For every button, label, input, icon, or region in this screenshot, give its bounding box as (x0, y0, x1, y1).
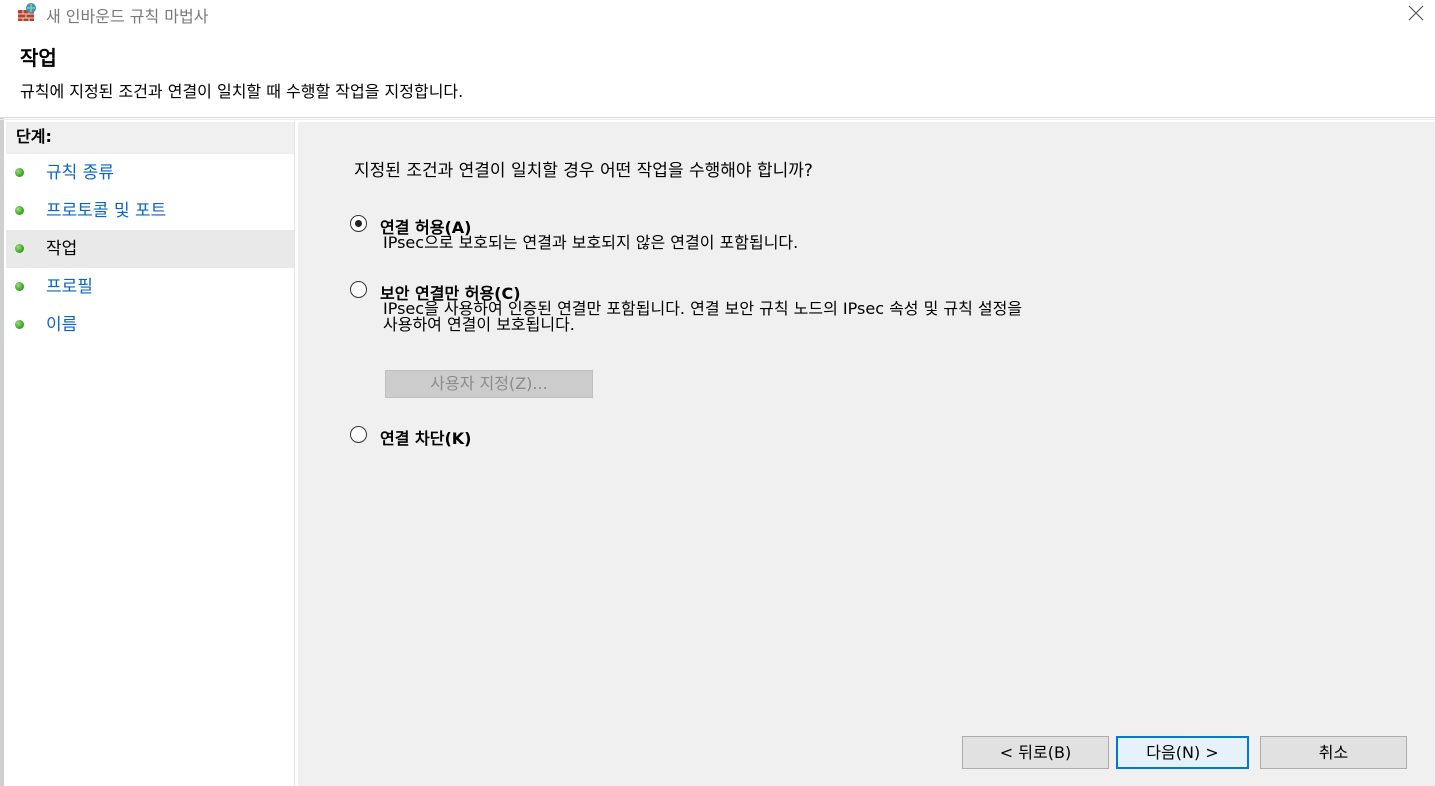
green-dot-icon (15, 320, 24, 329)
steps-heading: 단계: (6, 122, 294, 154)
step-label[interactable]: 프로필 (46, 277, 93, 297)
step-label[interactable]: 프로토콜 및 포트 (46, 201, 166, 221)
radio-allow[interactable] (350, 215, 367, 232)
description-line: 사용하여 연결이 보호됩니다. (383, 315, 575, 334)
customize-button: 사용자 지정(Z)... (385, 370, 593, 398)
option-allow-description: IPsec으로 보호되는 연결과 보호되지 않은 연결이 포함됩니다. (383, 235, 798, 251)
next-button[interactable]: 다음(N) > (1116, 736, 1249, 769)
step-profile[interactable]: 프로필 (6, 268, 294, 306)
option-allow-secure-description: IPsec을 사용하여 인증된 연결만 포함됩니다. 연결 보안 규칙 노드의 … (383, 301, 1022, 333)
page-subtitle: 규칙에 지정된 조건과 연결이 일치할 때 수행할 작업을 지정합니다. (20, 82, 464, 101)
green-dot-icon (15, 206, 24, 215)
window-title: 새 인바운드 규칙 마법사 (46, 7, 209, 26)
green-dot-icon (15, 168, 24, 177)
green-dot-icon (15, 282, 24, 291)
back-button[interactable]: < 뒤로(B) (962, 736, 1109, 769)
description-line: IPsec으로 보호되는 연결과 보호되지 않은 연결이 포함됩니다. (383, 233, 799, 252)
action-question: 지정된 조건과 연결이 일치할 경우 어떤 작업을 수행해야 합니까? (354, 161, 813, 181)
step-rule-type[interactable]: 규칙 종류 (6, 154, 294, 192)
close-icon[interactable] (1405, 2, 1427, 24)
header-divider-shadow (0, 119, 1435, 120)
step-name[interactable]: 이름 (6, 306, 294, 344)
action-panel: 지정된 조건과 연결이 일치할 경우 어떤 작업을 수행해야 합니까? 연결 허… (298, 122, 1435, 786)
step-protocol-port[interactable]: 프로토콜 및 포트 (6, 192, 294, 230)
radio-block[interactable] (350, 426, 367, 443)
radio-allow-secure[interactable] (350, 281, 367, 298)
option-block-label[interactable]: 연결 차단(K) (380, 425, 471, 449)
step-label[interactable]: 규칙 종류 (46, 163, 114, 183)
step-label[interactable]: 이름 (46, 315, 77, 335)
page-title: 작업 (20, 46, 57, 70)
cancel-button[interactable]: 취소 (1260, 736, 1407, 769)
step-action: 작업 (6, 230, 294, 268)
step-label: 작업 (46, 239, 78, 259)
green-dot-icon (15, 244, 24, 253)
steps-sidebar: 단계: 규칙 종류 프로토콜 및 포트 작업 프로필 이름 (6, 122, 295, 786)
title-bar: 새 인바운드 규칙 마법사 (0, 0, 1435, 26)
header-divider (0, 117, 1435, 118)
wizard-header: 작업 규칙에 지정된 조건과 연결이 일치할 때 수행할 작업을 지정합니다. (0, 26, 1435, 118)
firewall-icon (18, 3, 36, 21)
